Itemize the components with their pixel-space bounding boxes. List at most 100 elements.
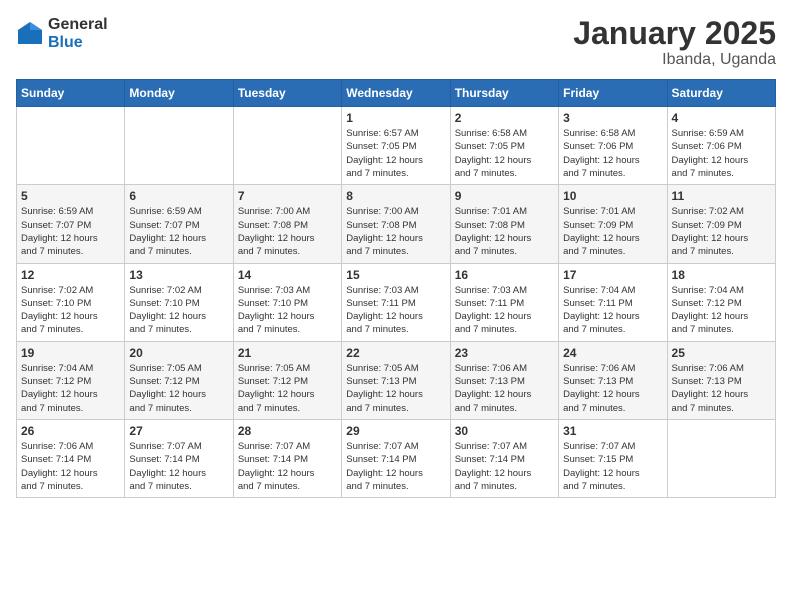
day-info: Sunrise: 7:03 AM Sunset: 7:11 PM Dayligh… xyxy=(346,284,445,337)
day-number: 16 xyxy=(455,268,554,282)
calendar-cell: 15 Sunrise: 7:03 AM Sunset: 7:11 PM Dayli… xyxy=(342,263,450,341)
day-info: Sunrise: 7:05 AM Sunset: 7:12 PM Dayligh… xyxy=(238,362,337,415)
day-number: 31 xyxy=(563,424,662,438)
day-info: Sunrise: 7:02 AM Sunset: 7:10 PM Dayligh… xyxy=(129,284,228,337)
logo-text-general: General xyxy=(48,16,108,34)
day-number: 29 xyxy=(346,424,445,438)
day-number: 24 xyxy=(563,346,662,360)
calendar-cell: 22 Sunrise: 7:05 AM Sunset: 7:13 PM Dayli… xyxy=(342,341,450,419)
day-number: 30 xyxy=(455,424,554,438)
day-info: Sunrise: 6:57 AM Sunset: 7:05 PM Dayligh… xyxy=(346,127,445,180)
page-header: General Blue January 2025 Ibanda, Uganda xyxy=(16,16,776,69)
calendar-cell: 6 Sunrise: 6:59 AM Sunset: 7:07 PM Daylig… xyxy=(125,185,233,263)
day-info: Sunrise: 7:05 AM Sunset: 7:12 PM Dayligh… xyxy=(129,362,228,415)
calendar-cell: 24Sunrise: 7:06 AM Sunset: 7:13 PM Dayli… xyxy=(559,341,667,419)
calendar-cell: 4 Sunrise: 6:59 AM Sunset: 7:06 PM Daylig… xyxy=(667,107,775,185)
calendar-cell: 26Sunrise: 7:06 AM Sunset: 7:14 PM Dayli… xyxy=(17,419,125,497)
calendar-cell: 10Sunrise: 7:01 AM Sunset: 7:09 PM Dayli… xyxy=(559,185,667,263)
day-info: Sunrise: 7:04 AM Sunset: 7:12 PM Dayligh… xyxy=(672,284,771,337)
weekday-header-friday: Friday xyxy=(559,80,667,107)
calendar-cell: 21 Sunrise: 7:05 AM Sunset: 7:12 PM Dayli… xyxy=(233,341,341,419)
day-number: 20 xyxy=(129,346,228,360)
day-info: Sunrise: 7:07 AM Sunset: 7:14 PM Dayligh… xyxy=(238,440,337,493)
day-number: 5 xyxy=(21,189,120,203)
day-info: Sunrise: 7:01 AM Sunset: 7:09 PM Dayligh… xyxy=(563,205,662,258)
calendar-cell: 25 Sunrise: 7:06 AM Sunset: 7:13 PM Dayli… xyxy=(667,341,775,419)
calendar-cell: 7Sunrise: 7:00 AM Sunset: 7:08 PM Daylig… xyxy=(233,185,341,263)
day-number: 14 xyxy=(238,268,337,282)
month-title: January 2025 xyxy=(573,16,776,51)
calendar-cell: 11 Sunrise: 7:02 AM Sunset: 7:09 PM Dayli… xyxy=(667,185,775,263)
calendar-cell: 20 Sunrise: 7:05 AM Sunset: 7:12 PM Dayli… xyxy=(125,341,233,419)
day-info: Sunrise: 6:59 AM Sunset: 7:07 PM Dayligh… xyxy=(129,205,228,258)
title-area: January 2025 Ibanda, Uganda xyxy=(573,16,776,69)
day-number: 8 xyxy=(346,189,445,203)
day-number: 27 xyxy=(129,424,228,438)
day-info: Sunrise: 7:02 AM Sunset: 7:10 PM Dayligh… xyxy=(21,284,120,337)
day-info: Sunrise: 6:58 AM Sunset: 7:06 PM Dayligh… xyxy=(563,127,662,180)
day-info: Sunrise: 7:00 AM Sunset: 7:08 PM Dayligh… xyxy=(346,205,445,258)
day-info: Sunrise: 6:58 AM Sunset: 7:05 PM Dayligh… xyxy=(455,127,554,180)
weekday-header-monday: Monday xyxy=(125,80,233,107)
weekday-header-thursday: Thursday xyxy=(450,80,558,107)
day-number: 21 xyxy=(238,346,337,360)
day-number: 9 xyxy=(455,189,554,203)
day-number: 3 xyxy=(563,111,662,125)
day-info: Sunrise: 7:07 AM Sunset: 7:14 PM Dayligh… xyxy=(129,440,228,493)
day-number: 15 xyxy=(346,268,445,282)
day-number: 7 xyxy=(238,189,337,203)
calendar-cell: 14 Sunrise: 7:03 AM Sunset: 7:10 PM Dayli… xyxy=(233,263,341,341)
day-info: Sunrise: 7:04 AM Sunset: 7:12 PM Dayligh… xyxy=(21,362,120,415)
logo: General Blue xyxy=(16,16,108,51)
calendar-cell xyxy=(233,107,341,185)
calendar-cell: 13 Sunrise: 7:02 AM Sunset: 7:10 PM Dayli… xyxy=(125,263,233,341)
day-number: 13 xyxy=(129,268,228,282)
calendar-cell xyxy=(125,107,233,185)
day-info: Sunrise: 6:59 AM Sunset: 7:06 PM Dayligh… xyxy=(672,127,771,180)
calendar-cell: 19 Sunrise: 7:04 AM Sunset: 7:12 PM Dayli… xyxy=(17,341,125,419)
day-number: 2 xyxy=(455,111,554,125)
calendar-cell: 12 Sunrise: 7:02 AM Sunset: 7:10 PM Dayli… xyxy=(17,263,125,341)
day-number: 18 xyxy=(672,268,771,282)
day-number: 17 xyxy=(563,268,662,282)
calendar-cell: 8 Sunrise: 7:00 AM Sunset: 7:08 PM Daylig… xyxy=(342,185,450,263)
day-number: 4 xyxy=(672,111,771,125)
calendar-cell: 30 Sunrise: 7:07 AM Sunset: 7:14 PM Dayli… xyxy=(450,419,558,497)
calendar-week-row: 12 Sunrise: 7:02 AM Sunset: 7:10 PM Dayli… xyxy=(17,263,776,341)
day-info: Sunrise: 7:06 AM Sunset: 7:13 PM Dayligh… xyxy=(672,362,771,415)
day-number: 11 xyxy=(672,189,771,203)
day-number: 25 xyxy=(672,346,771,360)
calendar-cell: 28Sunrise: 7:07 AM Sunset: 7:14 PM Dayli… xyxy=(233,419,341,497)
day-info: Sunrise: 7:02 AM Sunset: 7:09 PM Dayligh… xyxy=(672,205,771,258)
calendar-week-row: 26Sunrise: 7:06 AM Sunset: 7:14 PM Dayli… xyxy=(17,419,776,497)
calendar-cell: 27 Sunrise: 7:07 AM Sunset: 7:14 PM Dayli… xyxy=(125,419,233,497)
calendar-cell: 16 Sunrise: 7:03 AM Sunset: 7:11 PM Dayli… xyxy=(450,263,558,341)
day-number: 19 xyxy=(21,346,120,360)
day-number: 12 xyxy=(21,268,120,282)
day-info: Sunrise: 7:07 AM Sunset: 7:14 PM Dayligh… xyxy=(455,440,554,493)
day-info: Sunrise: 7:03 AM Sunset: 7:11 PM Dayligh… xyxy=(455,284,554,337)
calendar-cell: 23 Sunrise: 7:06 AM Sunset: 7:13 PM Dayli… xyxy=(450,341,558,419)
day-info: Sunrise: 7:06 AM Sunset: 7:13 PM Dayligh… xyxy=(455,362,554,415)
calendar-cell: 1Sunrise: 6:57 AM Sunset: 7:05 PM Daylig… xyxy=(342,107,450,185)
weekday-header-saturday: Saturday xyxy=(667,80,775,107)
calendar-cell: 31Sunrise: 7:07 AM Sunset: 7:15 PM Dayli… xyxy=(559,419,667,497)
calendar-week-row: 5 Sunrise: 6:59 AM Sunset: 7:07 PM Daylig… xyxy=(17,185,776,263)
calendar-cell: 2 Sunrise: 6:58 AM Sunset: 7:05 PM Daylig… xyxy=(450,107,558,185)
weekday-header-wednesday: Wednesday xyxy=(342,80,450,107)
day-number: 23 xyxy=(455,346,554,360)
day-number: 22 xyxy=(346,346,445,360)
day-info: Sunrise: 7:04 AM Sunset: 7:11 PM Dayligh… xyxy=(563,284,662,337)
day-info: Sunrise: 7:01 AM Sunset: 7:08 PM Dayligh… xyxy=(455,205,554,258)
calendar-week-row: 1Sunrise: 6:57 AM Sunset: 7:05 PM Daylig… xyxy=(17,107,776,185)
day-number: 6 xyxy=(129,189,228,203)
day-number: 26 xyxy=(21,424,120,438)
logo-icon xyxy=(16,20,44,48)
calendar-cell: 3 Sunrise: 6:58 AM Sunset: 7:06 PM Daylig… xyxy=(559,107,667,185)
day-info: Sunrise: 7:03 AM Sunset: 7:10 PM Dayligh… xyxy=(238,284,337,337)
day-info: Sunrise: 6:59 AM Sunset: 7:07 PM Dayligh… xyxy=(21,205,120,258)
calendar-cell: 18 Sunrise: 7:04 AM Sunset: 7:12 PM Dayli… xyxy=(667,263,775,341)
logo-text-blue: Blue xyxy=(48,34,108,52)
day-info: Sunrise: 7:05 AM Sunset: 7:13 PM Dayligh… xyxy=(346,362,445,415)
calendar-cell: 29Sunrise: 7:07 AM Sunset: 7:14 PM Dayli… xyxy=(342,419,450,497)
